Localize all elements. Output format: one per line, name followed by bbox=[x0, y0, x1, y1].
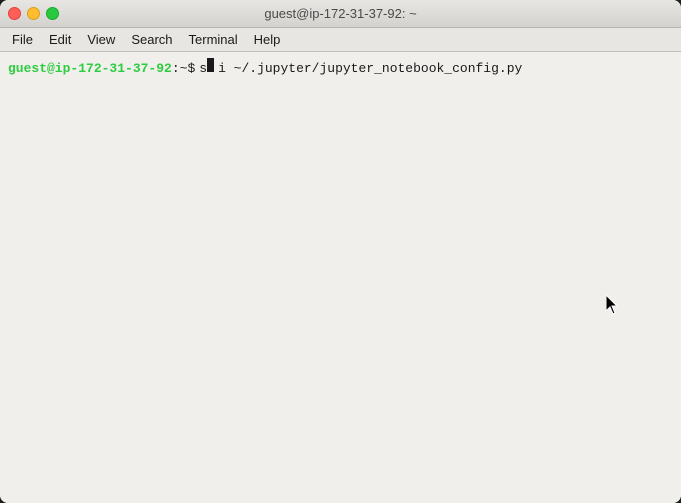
title-bar: guest@ip-172-31-37-92: ~ bbox=[0, 0, 681, 28]
menu-item-file[interactable]: File bbox=[4, 30, 41, 49]
traffic-lights bbox=[8, 7, 59, 20]
terminal-body[interactable]: guest@ip-172-31-37-92 :~ $ s i ~/.jupyter… bbox=[0, 52, 681, 503]
menu-item-help[interactable]: Help bbox=[246, 30, 289, 49]
prompt-host: guest@ip-172-31-37-92 bbox=[8, 60, 172, 78]
mouse-cursor-icon bbox=[606, 295, 622, 315]
command-after-cursor: i ~/.jupyter/jupyter_notebook_config.py bbox=[218, 60, 522, 78]
terminal-line: guest@ip-172-31-37-92 :~ $ s i ~/.jupyter… bbox=[8, 58, 673, 78]
prompt-separator: :~ bbox=[172, 60, 188, 78]
terminal-window: guest@ip-172-31-37-92: ~ File Edit View … bbox=[0, 0, 681, 503]
minimize-button[interactable] bbox=[27, 7, 40, 20]
window-title: guest@ip-172-31-37-92: ~ bbox=[264, 6, 416, 21]
menu-bar: File Edit View Search Terminal Help bbox=[0, 28, 681, 52]
prompt-symbol: $ bbox=[187, 60, 195, 78]
menu-item-terminal[interactable]: Terminal bbox=[181, 30, 246, 49]
command-before-cursor: s bbox=[199, 60, 207, 78]
close-button[interactable] bbox=[8, 7, 21, 20]
menu-item-view[interactable]: View bbox=[79, 30, 123, 49]
text-cursor bbox=[207, 58, 214, 72]
menu-item-edit[interactable]: Edit bbox=[41, 30, 79, 49]
maximize-button[interactable] bbox=[46, 7, 59, 20]
menu-item-search[interactable]: Search bbox=[123, 30, 180, 49]
